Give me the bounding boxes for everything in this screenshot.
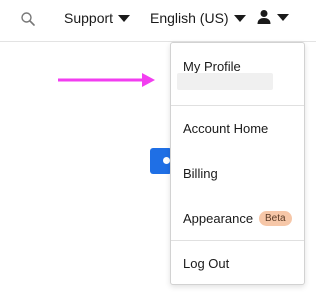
support-menu[interactable]: Support [64,10,131,26]
account-menu-button[interactable] [256,9,289,25]
primary-action-button[interactable] [150,148,172,174]
menu-item-log-out[interactable]: Log Out [183,256,229,271]
support-label: Support [64,10,114,26]
menu-divider [171,105,304,106]
language-label: English (US) [150,10,229,26]
button-icon [163,157,170,164]
top-navigation-bar: Support English (US) [0,0,316,42]
chevron-down-icon [233,15,246,22]
user-icon [257,10,271,24]
menu-item-my-profile[interactable]: My Profile [183,59,241,74]
chevron-down-icon [118,15,131,22]
beta-badge: Beta [259,211,292,226]
menu-item-billing[interactable]: Billing [183,166,218,181]
search-icon[interactable] [20,11,36,27]
account-dropdown-menu: My Profile Account Home Billing Appearan… [170,42,305,285]
menu-item-appearance[interactable]: Appearance [183,211,253,226]
annotation-arrow [58,73,155,87]
chevron-down-icon [277,14,289,21]
language-selector[interactable]: English (US) [150,10,246,26]
menu-divider [171,240,304,241]
menu-item-account-home[interactable]: Account Home [183,121,268,136]
redacted-account-info [177,73,273,90]
